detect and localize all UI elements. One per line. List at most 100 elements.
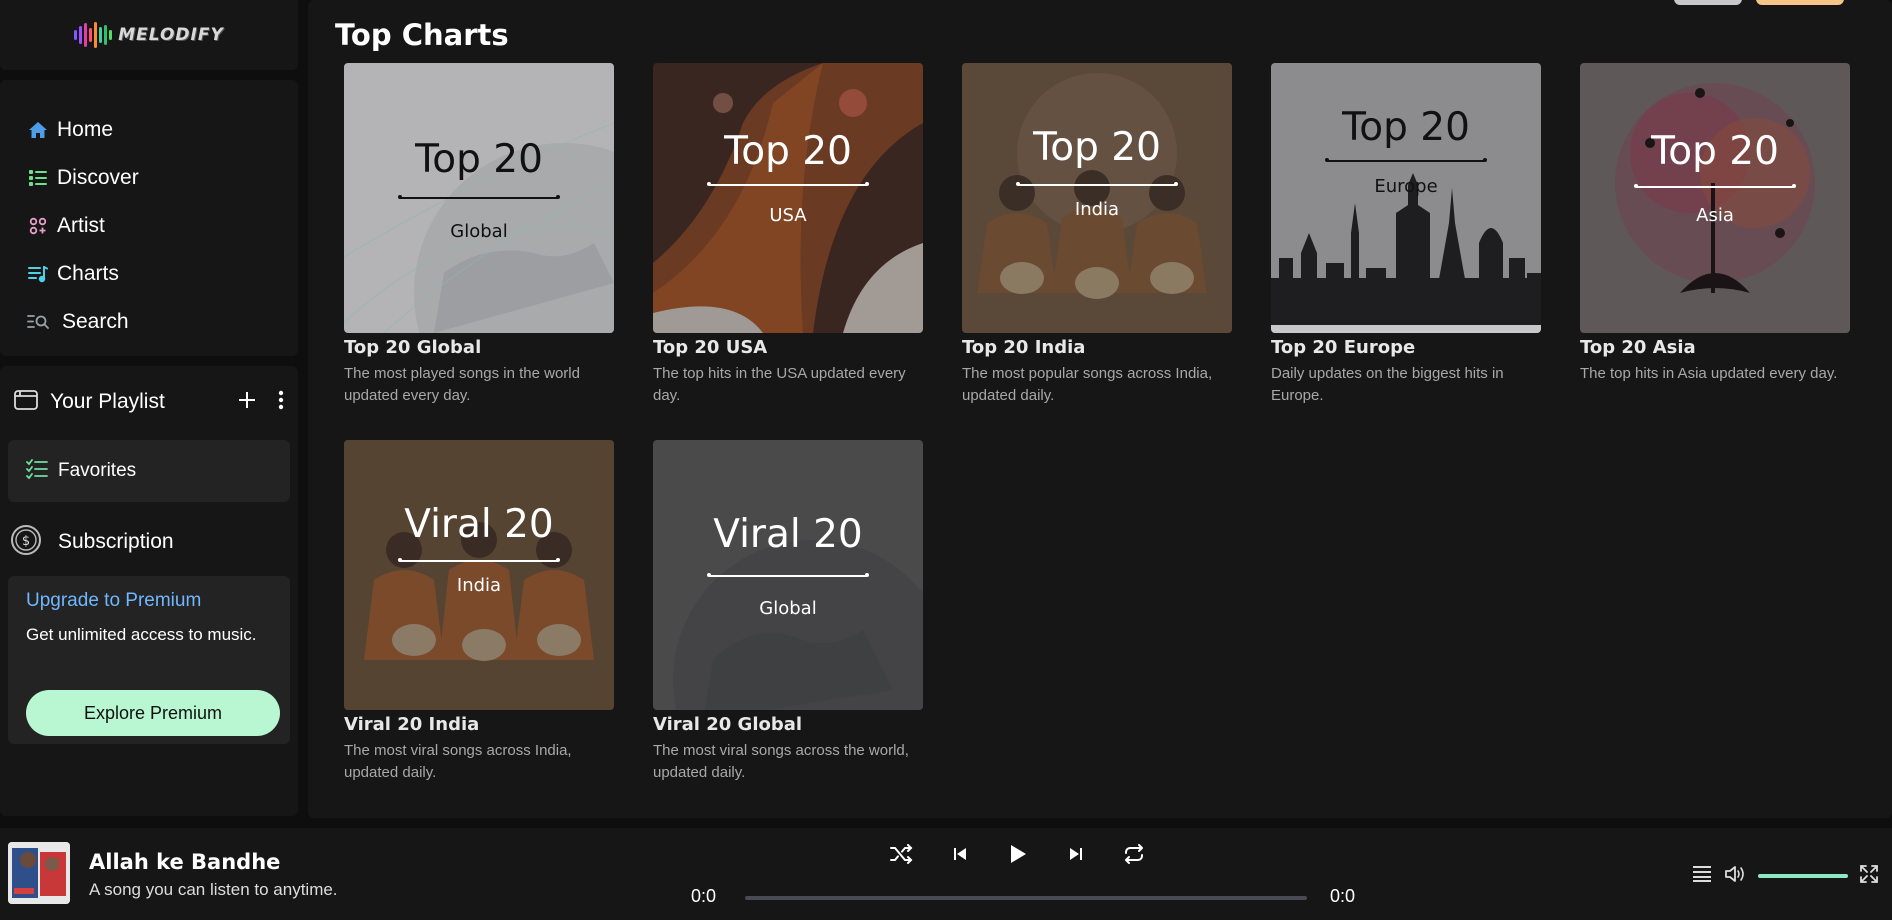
repeat-button[interactable] (1122, 842, 1146, 866)
current-time: 0:0 (691, 886, 717, 906)
song-subtitle: A song you can listen to anytime. (89, 880, 338, 899)
brand-name: MELODIFY (118, 25, 224, 45)
playlist-item-favorites[interactable]: Favorites (8, 440, 290, 502)
previous-button[interactable] (948, 842, 972, 866)
home-icon (27, 119, 49, 141)
total-time: 0:0 (1330, 886, 1356, 906)
queue-icon[interactable] (1692, 865, 1712, 887)
cover-image: Top 20 Global (344, 63, 614, 333)
cover-subtitle: Europe (1374, 176, 1438, 197)
chart-card-viral20-india[interactable]: Viral 20 India Viral 20 India The most v… (344, 440, 614, 784)
cover-subtitle: Global (450, 221, 508, 242)
nav-item-discover[interactable]: Discover (0, 154, 298, 202)
chart-card-top20-global[interactable]: Top 20 Global Top 20 Global The most pla… (344, 63, 614, 407)
main-content: Top Charts Top 20 Global Top 20 Global T… (308, 0, 1892, 818)
nav-item-home[interactable]: Home (0, 106, 298, 154)
nav-item-artist[interactable]: Artist (0, 202, 298, 250)
nav-label: Artist (57, 214, 105, 237)
card-description: The most viral songs across India, updat… (344, 742, 572, 781)
card-title: Viral 20 India (344, 714, 480, 735)
subscription-label: Subscription (58, 530, 174, 553)
playlist-panel: Your Playlist Favorites $ Subscription U… (0, 366, 298, 816)
dollar-coin-icon: $ (10, 524, 42, 560)
library-icon (14, 389, 38, 415)
cover-subtitle: USA (769, 205, 807, 226)
cover-heading: Top 20 (724, 129, 852, 174)
card-description: The top hits in the USA updated every da… (653, 365, 906, 404)
brand-logo[interactable]: MELODIFY (74, 21, 224, 49)
card-title: Top 20 Asia (1580, 337, 1696, 358)
svg-text:$: $ (22, 534, 30, 549)
cover-divider (1325, 158, 1487, 162)
cover-image: Top 20 USA (653, 63, 923, 333)
card-title: Top 20 India (962, 337, 1086, 358)
skyline-icon (1271, 173, 1541, 333)
logo-panel: MELODIFY (0, 0, 298, 70)
equalizer-icon (74, 21, 113, 49)
cover-subtitle: India (456, 575, 502, 596)
play-button[interactable] (1006, 842, 1030, 866)
drummers-art-icon (962, 63, 1232, 333)
subscription-item[interactable]: $ Subscription (10, 522, 174, 562)
extra-controls (1692, 864, 1878, 888)
cover-image: Viral 20 India (344, 440, 614, 710)
cover-image: Top 20 India (962, 63, 1232, 333)
playlist-title: Your Playlist (50, 390, 165, 413)
nav-label: Home (57, 118, 114, 141)
playlist-header: Your Playlist (14, 380, 284, 424)
music-art-icon (653, 63, 923, 333)
add-playlist-button[interactable] (238, 391, 256, 413)
fullscreen-icon[interactable] (1860, 865, 1878, 887)
card-description: The most played songs in the world updat… (344, 365, 580, 404)
card-description: Daily updates on the biggest hits in Eur… (1271, 365, 1504, 404)
chart-card-top20-asia[interactable]: Top 20 Asia Top 20 Asia The top hits in … (1580, 63, 1850, 385)
main-nav: Home Discover Artist Charts Search (0, 80, 298, 356)
progress-bar[interactable] (745, 896, 1307, 900)
page-title: Top Charts (335, 18, 509, 52)
card-description: The most popular songs across India, upd… (962, 365, 1213, 404)
shuffle-button[interactable] (890, 842, 914, 866)
cover-subtitle: India (1074, 199, 1120, 220)
nav-label: Search (62, 310, 129, 333)
volume-slider[interactable] (1758, 874, 1848, 878)
checklist-icon (26, 459, 48, 483)
artist-icon (27, 215, 49, 237)
more-options-icon[interactable] (278, 390, 284, 414)
volume-icon[interactable] (1724, 864, 1746, 888)
chart-card-top20-europe[interactable]: Top 20 Europe Top 20 Europe Daily update… (1271, 63, 1541, 407)
card-description: The top hits in Asia updated every day. (1580, 365, 1838, 382)
chart-card-top20-usa[interactable]: Top 20 USA Top 20 USA The top hits in th… (653, 63, 923, 407)
nav-item-charts[interactable]: Charts (0, 250, 298, 298)
card-title: Top 20 Europe (1271, 337, 1416, 358)
album-art[interactable] (8, 842, 70, 904)
chart-card-viral20-global[interactable]: Viral 20 Global Viral 20 Global The most… (653, 440, 923, 784)
cover-image: Viral 20 Global (653, 440, 923, 710)
cover-heading: Top 20 (1033, 125, 1161, 170)
list-icon (27, 167, 49, 189)
header-button-primary[interactable] (1756, 0, 1844, 5)
cover-heading: Top 20 (1342, 105, 1470, 150)
nav-label: Discover (57, 166, 139, 189)
card-title: Viral 20 Global (653, 714, 803, 735)
card-title: Top 20 Global (344, 337, 482, 358)
nav-item-search[interactable]: Search (0, 298, 298, 346)
premium-card: Upgrade to Premium Get unlimited access … (8, 576, 290, 744)
card-description: The most viral songs across the world, u… (653, 742, 909, 781)
chart-card-top20-india[interactable]: Top 20 India Top 20 India The most popul… (962, 63, 1232, 407)
premium-description: Get unlimited access to music. (26, 625, 257, 644)
explore-premium-button[interactable]: Explore Premium (26, 690, 280, 736)
cover-subtitle: Global (759, 598, 817, 619)
next-button[interactable] (1064, 842, 1088, 866)
cover-subtitle: Asia (1696, 205, 1734, 226)
cover-divider (398, 558, 560, 562)
cover-divider (707, 182, 869, 186)
search-icon (27, 311, 49, 333)
charts-icon (27, 263, 49, 285)
sidebar: MELODIFY Home Discover Artist Charts Sea… (0, 0, 300, 828)
cover-divider (1634, 184, 1796, 188)
header-button-secondary[interactable] (1674, 0, 1742, 5)
cover-heading: Viral 20 (713, 512, 863, 557)
player-bar: Allah ke Bandhe A song you can listen to… (0, 828, 1892, 920)
song-title[interactable]: Allah ke Bandhe (89, 850, 280, 874)
cover-heading: Top 20 (415, 137, 543, 182)
